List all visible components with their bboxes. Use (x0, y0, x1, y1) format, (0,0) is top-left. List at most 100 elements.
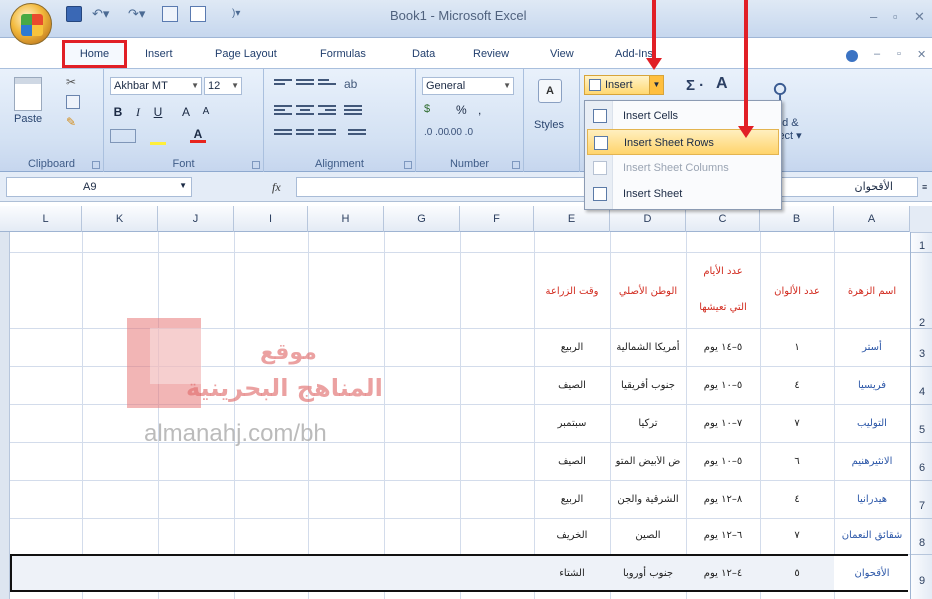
cell-colors[interactable]: ٤ (760, 380, 834, 391)
column-header-l[interactable]: L (10, 206, 82, 232)
row-header-4[interactable]: 4 (911, 366, 932, 404)
customize-toolbar-icon[interactable]: )▾ (232, 6, 248, 22)
borders-icon[interactable] (110, 129, 136, 143)
cell-colors[interactable]: ٧ (760, 530, 834, 541)
underline-icon[interactable]: U (150, 103, 166, 121)
row-header-7[interactable]: 7 (911, 480, 932, 518)
tab-formulas[interactable]: Formulas (320, 48, 366, 60)
cell-planting-time[interactable]: سبتمبر (534, 418, 610, 429)
row-header-1[interactable]: 1 (911, 232, 932, 252)
cell-colors[interactable]: ٦ (760, 456, 834, 467)
cell-flower-name[interactable]: هيدرانيا (834, 494, 910, 505)
minimize-button[interactable]: – (870, 9, 877, 24)
styles-button[interactable]: Styles (534, 119, 564, 131)
text-direction-icon[interactable] (318, 127, 336, 141)
cell-days[interactable]: ٥–١٠ يوم (686, 380, 760, 391)
tab-page-layout[interactable]: Page Layout (215, 48, 277, 60)
font-launcher-icon[interactable] (252, 161, 260, 169)
column-header-a[interactable]: A (834, 206, 910, 232)
cell-colors[interactable]: ١ (760, 342, 834, 353)
menu-item-insert-sheet-columns[interactable]: Insert Sheet Columns (587, 155, 779, 181)
bold-icon[interactable]: B (110, 103, 126, 121)
cell-origin[interactable]: الصين (610, 530, 686, 541)
font-size-select[interactable]: 12 ▼ (204, 77, 242, 95)
row-header-2[interactable]: 2 (911, 252, 932, 329)
row-header-8[interactable]: 8 (911, 518, 932, 554)
row-header-5[interactable]: 5 (911, 404, 932, 442)
insert-button[interactable]: Insert ▼ (584, 75, 664, 95)
cell-origin[interactable]: ض الأبيض المتو (610, 456, 686, 467)
workbook-close-button[interactable]: ✕ (917, 48, 926, 61)
font-name-select[interactable]: Akhbar MT ▼ (110, 77, 202, 95)
cell-planting-time[interactable]: الشتاء (534, 568, 610, 579)
header-origin[interactable]: الوطن الأصلي (610, 286, 686, 297)
cell-days[interactable]: ٨–١٢ يوم (686, 494, 760, 505)
cell-flower-name[interactable]: أستر (834, 342, 910, 353)
italic-icon[interactable]: I (130, 103, 146, 121)
column-header-f[interactable]: F (460, 206, 534, 232)
cell-colors[interactable]: ٧ (760, 418, 834, 429)
cell-colors[interactable]: ٤ (760, 494, 834, 505)
column-header-k[interactable]: K (82, 206, 158, 232)
cut-icon[interactable]: ✂ (66, 75, 80, 89)
number-format-select[interactable]: General ▼ (422, 77, 514, 95)
open-icon[interactable] (190, 6, 206, 22)
paste-button[interactable]: Paste (14, 113, 42, 125)
cell-planting-time[interactable]: الربيع (534, 494, 610, 505)
cell-origin[interactable]: جنوب أوروبا (610, 568, 686, 579)
tab-insert[interactable]: Insert (145, 48, 173, 60)
merge-center-icon[interactable] (344, 103, 362, 117)
expand-formula-bar-icon[interactable]: ≡ (922, 182, 927, 192)
chevron-down-icon[interactable]: ▼ (649, 76, 663, 94)
sort-filter-icon[interactable]: A (716, 75, 728, 93)
row-header-9[interactable]: 9 (911, 554, 932, 594)
alignment-launcher-icon[interactable] (404, 161, 412, 169)
wrap-text-icon[interactable] (348, 127, 366, 141)
font-color-icon[interactable]: A (188, 125, 208, 143)
accounting-format-icon[interactable]: $ (424, 103, 430, 115)
cell-flower-name[interactable]: الانثيرهنيم (834, 456, 910, 467)
cell-days[interactable]: ٧–١٠ يوم (686, 418, 760, 429)
undo-icon[interactable]: ↶▾ (92, 6, 109, 22)
cell-flower-name[interactable]: التوليب (834, 418, 910, 429)
close-button[interactable]: ✕ (914, 9, 925, 25)
select-all-corner[interactable] (910, 206, 932, 232)
office-button[interactable] (10, 3, 52, 45)
cell-days[interactable]: ٥–١٠ يوم (686, 456, 760, 467)
increase-decimal-icon[interactable]: .0 .00 (424, 127, 449, 138)
decrease-decimal-icon[interactable]: .00 .0 (448, 127, 473, 138)
header-days-1[interactable]: عدد الأيام (686, 266, 760, 277)
number-launcher-icon[interactable] (512, 161, 520, 169)
cell-days[interactable]: ٤–١٢ يوم (686, 568, 760, 579)
format-painter-icon[interactable]: ✎ (66, 115, 80, 129)
help-icon[interactable] (846, 50, 858, 62)
cell-origin[interactable]: تركيا (610, 418, 686, 429)
menu-item-insert-sheet[interactable]: Insert Sheet (587, 181, 779, 207)
redo-icon[interactable]: ↷▾ (128, 6, 145, 22)
name-box[interactable]: A9 ▼ (6, 177, 192, 197)
comma-style-icon[interactable]: , (478, 103, 481, 117)
orientation-icon[interactable]: ab (344, 77, 362, 91)
cell-flower-name[interactable]: الأقحوان (834, 568, 910, 579)
align-center-icon[interactable] (296, 103, 314, 117)
align-right-icon[interactable] (318, 103, 336, 117)
workbook-restore-button[interactable]: ▫ (897, 48, 901, 60)
cell-days[interactable]: ٦–١٢ يوم (686, 530, 760, 541)
decrease-indent-icon[interactable] (274, 127, 292, 141)
cell-planting-time[interactable]: الخريف (534, 530, 610, 541)
increase-indent-icon[interactable] (296, 127, 314, 141)
align-left-icon[interactable] (274, 103, 292, 117)
grow-font-icon[interactable]: A (178, 103, 194, 121)
align-middle-icon[interactable] (296, 77, 314, 91)
row-header-6[interactable]: 6 (911, 442, 932, 480)
cell-flower-name[interactable]: شقائق النعمان (834, 530, 910, 541)
percent-style-icon[interactable]: % (456, 103, 467, 117)
header-planting-time[interactable]: وقت الزراعة (534, 286, 610, 297)
cell-planting-time[interactable]: الربيع (534, 342, 610, 353)
column-header-i[interactable]: I (234, 206, 308, 232)
cell-origin[interactable]: الشرقية والجن (610, 494, 686, 505)
save-icon[interactable] (66, 6, 82, 22)
clipboard-launcher-icon[interactable] (92, 161, 100, 169)
cell-planting-time[interactable]: الصيف (534, 456, 610, 467)
tab-view[interactable]: View (550, 48, 574, 60)
